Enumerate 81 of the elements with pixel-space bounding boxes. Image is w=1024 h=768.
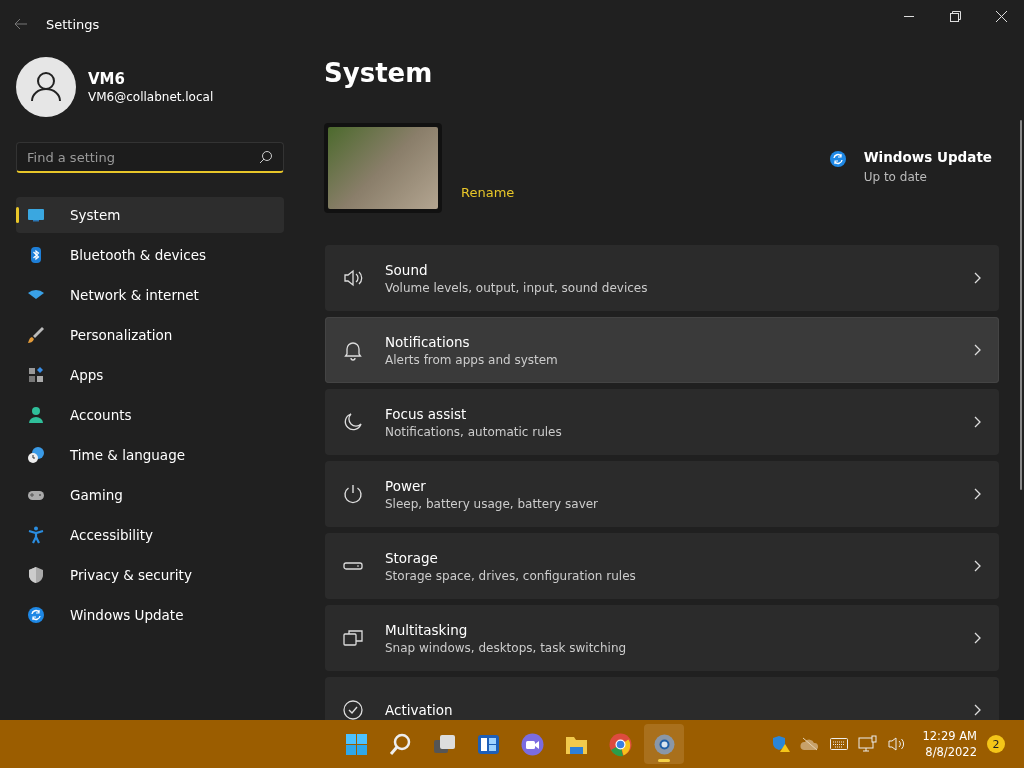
sidebar-item[interactable]: Gaming xyxy=(16,477,284,513)
card-title: Notifications xyxy=(385,333,471,350)
video-camera-icon xyxy=(519,731,545,757)
settings-card[interactable]: Activation xyxy=(325,677,999,720)
chevron-right-icon xyxy=(973,272,981,284)
sidebar-item[interactable]: Time & language xyxy=(16,437,284,473)
restore-icon xyxy=(949,10,961,22)
bell-icon xyxy=(342,339,364,361)
card-description: Snap windows, desktops, task switching xyxy=(385,640,628,655)
rename-link[interactable]: Rename xyxy=(461,185,515,200)
speaker-icon[interactable] xyxy=(888,736,907,752)
page-title: System xyxy=(324,58,434,90)
card-description: Storage space, drives, configuration rules xyxy=(385,568,637,583)
window-title: Settings xyxy=(46,16,100,32)
card-description: Sleep, battery usage, battery saver xyxy=(385,496,600,511)
taskbar-button[interactable] xyxy=(644,724,684,764)
card-title: Focus assist xyxy=(385,405,468,422)
profile-name: VM6 xyxy=(88,70,126,88)
sidebar-item[interactable]: Apps xyxy=(16,357,284,393)
sidebar-item[interactable]: Personalization xyxy=(16,317,284,353)
card-title: Storage xyxy=(385,549,439,566)
cloud-off-icon[interactable] xyxy=(800,737,821,751)
card-title: Multitasking xyxy=(385,621,469,638)
monitor-network-icon[interactable] xyxy=(858,735,879,753)
chevron-right-icon xyxy=(973,488,981,500)
search-field[interactable]: Find a setting xyxy=(16,142,284,173)
shield-icon xyxy=(26,565,46,585)
power-icon xyxy=(342,483,364,505)
card-title: Activation xyxy=(385,702,454,718)
clock-date: 8/8/2022 xyxy=(924,744,977,760)
card-title: Sound xyxy=(385,261,429,278)
browser-logo-icon xyxy=(607,731,633,757)
sidebar-item[interactable]: Windows Update xyxy=(16,597,284,633)
search-icon xyxy=(387,731,413,757)
update-status: Up to date xyxy=(863,170,928,184)
settings-card[interactable]: Power Sleep, battery usage, battery saver xyxy=(325,461,999,527)
globe-clock-icon xyxy=(26,445,46,465)
settings-card[interactable]: Multitasking Snap windows, desktops, task switching xyxy=(325,605,999,671)
sidebar-item[interactable]: System xyxy=(16,197,284,233)
close-icon xyxy=(995,10,1007,22)
accessibility-icon xyxy=(26,525,46,545)
person-icon xyxy=(26,405,46,425)
avatar-icon xyxy=(16,57,76,117)
chevron-right-icon xyxy=(973,704,981,716)
card-description: Alerts from apps and system xyxy=(385,352,559,367)
moon-icon xyxy=(342,411,364,433)
minimize-icon xyxy=(904,15,914,17)
scrollbar[interactable] xyxy=(1020,120,1022,490)
paintbrush-icon xyxy=(26,325,46,345)
clock[interactable]: 12:29 AM 8/8/2022 xyxy=(922,728,977,760)
sync-icon xyxy=(26,605,46,625)
sidebar-item[interactable]: Network & internet xyxy=(16,277,284,313)
speaker-icon xyxy=(342,267,364,289)
sidebar-item[interactable]: Accessibility xyxy=(16,517,284,553)
chevron-right-icon xyxy=(973,344,981,356)
sidebar-item[interactable]: Privacy & security xyxy=(16,557,284,593)
apps-icon xyxy=(26,365,46,385)
profile-email: VM6@collabnet.local xyxy=(88,90,214,104)
sync-icon xyxy=(827,149,848,169)
search-icon xyxy=(259,150,273,164)
card-description: Notifications, automatic rules xyxy=(385,424,563,439)
sidebar-item[interactable]: Bluetooth & devices xyxy=(16,237,284,273)
settings-card[interactable]: Notifications Alerts from apps and system xyxy=(325,317,999,383)
settings-card[interactable]: Storage Storage space, drives, configuration rules xyxy=(325,533,999,599)
shield-warning-icon[interactable] xyxy=(772,735,791,753)
card-description: Volume levels, output, input, sound devices xyxy=(385,280,649,295)
windows-stack-icon xyxy=(342,627,364,649)
notification-badge[interactable]: 2 xyxy=(987,735,1005,753)
chevron-right-icon xyxy=(973,416,981,428)
settings-card[interactable]: Focus assist Notifications, automatic rules xyxy=(325,389,999,455)
card-title: Power xyxy=(385,477,427,494)
update-title: Windows Update xyxy=(863,149,992,165)
chevron-right-icon xyxy=(973,560,981,572)
settings-card[interactable]: Sound Volume levels, output, input, sound devices xyxy=(325,245,999,311)
clock-time: 12:29 AM xyxy=(922,728,977,744)
keyboard-icon[interactable] xyxy=(830,738,849,750)
back-arrow-icon[interactable] xyxy=(14,18,28,30)
windows-logo-icon xyxy=(343,731,369,757)
chevron-right-icon xyxy=(973,632,981,644)
check-circle-icon xyxy=(342,699,364,720)
sidebar-item[interactable]: Accounts xyxy=(16,397,284,433)
